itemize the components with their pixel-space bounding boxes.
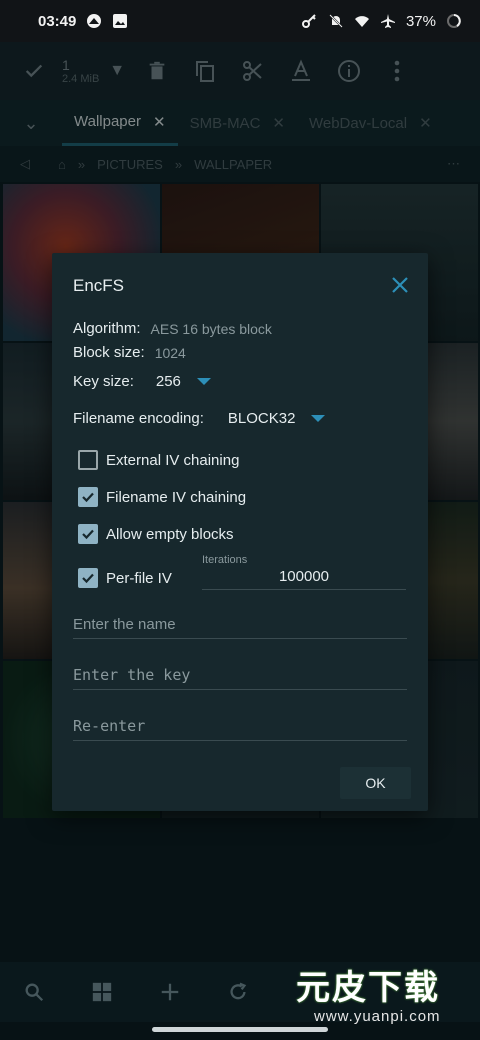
battery-icon	[447, 14, 461, 28]
block-size-label: Block size:	[73, 344, 145, 361]
filename-encoding-select[interactable]: BLOCK32	[228, 410, 326, 427]
key-input[interactable]	[73, 666, 407, 684]
status-time: 03:49	[38, 12, 77, 30]
checkbox-label: Per-file IV	[106, 569, 172, 587]
checkbox-label: Filename IV chaining	[106, 488, 247, 506]
checkbox-checked-icon[interactable]	[78, 524, 98, 544]
checkbox-label: Allow empty blocks	[106, 525, 234, 543]
filename-encoding-row: Filename encoding: BLOCK32	[73, 410, 326, 427]
battery-percent: 37%	[405, 12, 436, 30]
add-icon[interactable]	[150, 972, 190, 1012]
key-size-value: 256	[155, 373, 181, 390]
dropdown-arrow-icon	[311, 415, 326, 422]
refresh-icon[interactable]	[218, 972, 258, 1012]
algorithm-row: Algorithm: AES 16 bytes block	[73, 320, 272, 337]
filename-encoding-label: Filename encoding:	[73, 410, 204, 427]
bell-off-icon	[329, 14, 343, 28]
wifi-icon	[354, 16, 369, 27]
algorithm-label: Algorithm:	[73, 320, 141, 337]
name-field[interactable]	[73, 609, 407, 639]
watermark-url: www.yuanpi.com	[314, 1008, 441, 1025]
ok-button[interactable]: OK	[340, 767, 411, 799]
iterations-label: Iterations	[202, 554, 248, 566]
filename-iv-chaining-checkbox[interactable]: Filename IV chaining	[78, 487, 246, 507]
key-size-select[interactable]: 256	[156, 373, 211, 390]
per-file-iv-checkbox[interactable]: Per-file IV	[78, 568, 172, 588]
external-iv-chaining-checkbox[interactable]: External IV chaining	[78, 450, 239, 470]
reenter-key-input[interactable]	[73, 717, 407, 735]
watermark-logo: 元皮下载 www.yuanpi.com	[296, 968, 474, 1036]
dialog-title: EncFS	[73, 276, 125, 295]
encfs-dialog: EncFS Algorithm: AES 16 bytes block Bloc…	[52, 253, 428, 811]
grid-view-icon[interactable]	[82, 972, 122, 1012]
dropdown-arrow-icon	[196, 378, 211, 385]
airplane-icon	[380, 14, 395, 28]
name-input[interactable]	[73, 616, 407, 633]
image-icon	[113, 14, 128, 28]
gesture-navigation-handle[interactable]	[152, 1027, 328, 1032]
search-icon[interactable]	[14, 972, 54, 1012]
close-icon[interactable]	[388, 273, 412, 297]
block-size-value: 1024	[154, 344, 186, 361]
reenter-key-field[interactable]	[73, 711, 407, 741]
key-icon	[301, 14, 316, 28]
block-size-row: Block size: 1024	[73, 344, 186, 361]
key-size-label: Key size:	[73, 373, 134, 390]
algorithm-value: AES 16 bytes block	[150, 320, 272, 337]
checkbox-unchecked-icon[interactable]	[78, 450, 98, 470]
checkbox-checked-icon[interactable]	[78, 487, 98, 507]
notification-icon	[87, 14, 102, 28]
iterations-field[interactable]: 100000	[202, 568, 406, 590]
checkbox-checked-icon[interactable]	[78, 568, 98, 588]
allow-empty-blocks-checkbox[interactable]: Allow empty blocks	[78, 524, 234, 544]
status-bar: 03:49 37%	[0, 0, 480, 42]
checkbox-label: External IV chaining	[106, 451, 240, 469]
key-size-row: Key size: 256	[73, 373, 211, 390]
watermark-title: 元皮下载	[296, 968, 440, 1008]
filename-encoding-value: BLOCK32	[227, 410, 296, 427]
key-field[interactable]	[73, 660, 407, 690]
